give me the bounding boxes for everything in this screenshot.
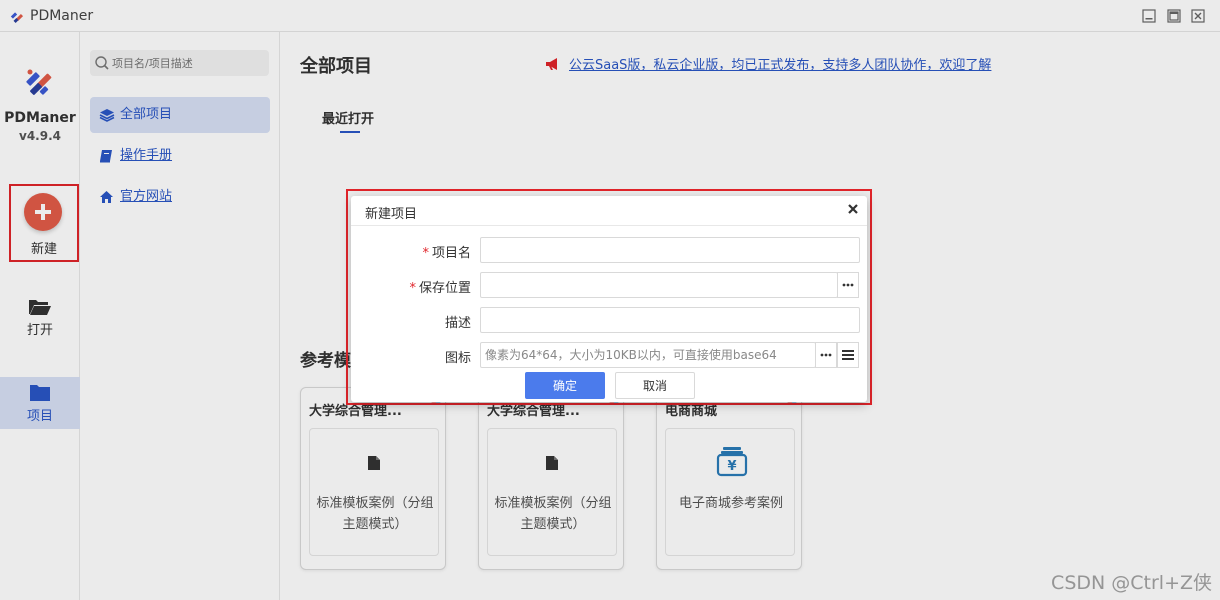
required-mark: * [409, 281, 416, 296]
project-name-row: * 项目名 [351, 237, 867, 263]
project-name-input[interactable] [480, 237, 860, 263]
required-mark: * [422, 246, 429, 261]
ellipsis-icon [820, 353, 832, 357]
dialog-title: 新建项目 [365, 207, 418, 222]
project-name-label: * 项目名 [422, 242, 471, 261]
browse-icon-button[interactable] [815, 342, 837, 368]
watermark: CSDN @Ctrl+Z侠 [1051, 572, 1212, 594]
field-label-text: 保存位置 [418, 281, 471, 296]
new-project-dialog: 新建项目 *项目名 *保存位置 描述 图标 确定 取消 [351, 196, 867, 402]
icon-label: 图标 [444, 351, 471, 366]
dialog-header: 新建项目 [351, 196, 867, 226]
save-location-input[interactable] [480, 272, 838, 298]
save-location-row: * 保存位置 [351, 272, 867, 298]
browse-location-button[interactable] [837, 272, 859, 298]
description-input[interactable] [480, 307, 860, 333]
save-location-label: * 保存位置 [409, 277, 471, 296]
description-row: 描述 [351, 307, 867, 333]
description-label: 描述 [444, 316, 471, 331]
icon-input[interactable] [480, 342, 816, 368]
icon-row: 图标 [351, 342, 867, 368]
icon-menu-button[interactable] [837, 342, 859, 368]
confirm-button[interactable]: 确定 [525, 372, 605, 399]
ellipsis-icon [842, 283, 854, 287]
field-label-text: 项目名 [431, 246, 471, 261]
menu-icon [842, 350, 854, 360]
cancel-button[interactable]: 取消 [615, 372, 695, 399]
close-icon[interactable] [847, 203, 859, 215]
